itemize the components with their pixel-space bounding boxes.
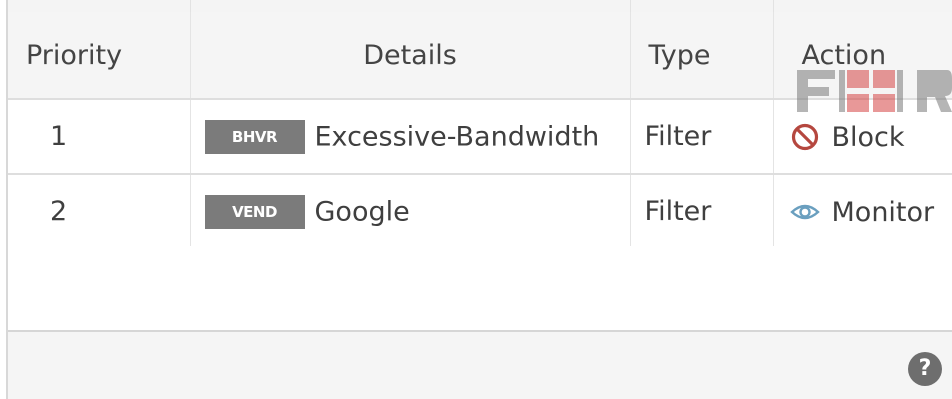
column-header-details[interactable]: Details bbox=[190, 12, 631, 100]
action-cell[interactable]: Monitor bbox=[773, 174, 952, 250]
priority-cell: 1 bbox=[8, 99, 191, 175]
column-header-priority[interactable]: Priority bbox=[8, 12, 191, 100]
action-label: Monitor bbox=[831, 196, 935, 228]
type-cell: Filter bbox=[630, 99, 774, 175]
column-header-type[interactable]: Type bbox=[630, 12, 774, 100]
category-badge: BHVR bbox=[204, 119, 305, 154]
block-icon bbox=[790, 122, 820, 152]
filter-override-table: Priority Details Type Action 1 BHVR Exces… bbox=[8, 12, 952, 250]
details-cell: BHVR Excessive-Bandwidth bbox=[190, 99, 631, 175]
eye-icon bbox=[789, 197, 820, 227]
category-badge: VEND bbox=[204, 194, 305, 229]
table-row[interactable]: 2 VEND Google Filter Monitor bbox=[8, 174, 952, 250]
details-cell: VEND Google bbox=[190, 174, 631, 250]
table-row[interactable]: 1 BHVR Excessive-Bandwidth Filter Block bbox=[8, 99, 952, 175]
table-empty-area bbox=[8, 246, 952, 332]
type-cell: Filter bbox=[630, 174, 774, 250]
dialog-footer bbox=[8, 332, 952, 399]
help-icon[interactable]: ? bbox=[908, 352, 942, 386]
policy-panel: Priority Details Type Action 1 BHVR Exces… bbox=[6, 0, 952, 399]
priority-cell: 2 bbox=[8, 174, 191, 250]
action-cell[interactable]: Block bbox=[773, 99, 952, 175]
details-label: Excessive-Bandwidth bbox=[314, 121, 600, 152]
column-header-action[interactable]: Action bbox=[773, 12, 952, 100]
details-label: Google bbox=[314, 196, 410, 227]
action-label: Block bbox=[831, 121, 905, 153]
table-header-row: Priority Details Type Action bbox=[8, 12, 952, 100]
